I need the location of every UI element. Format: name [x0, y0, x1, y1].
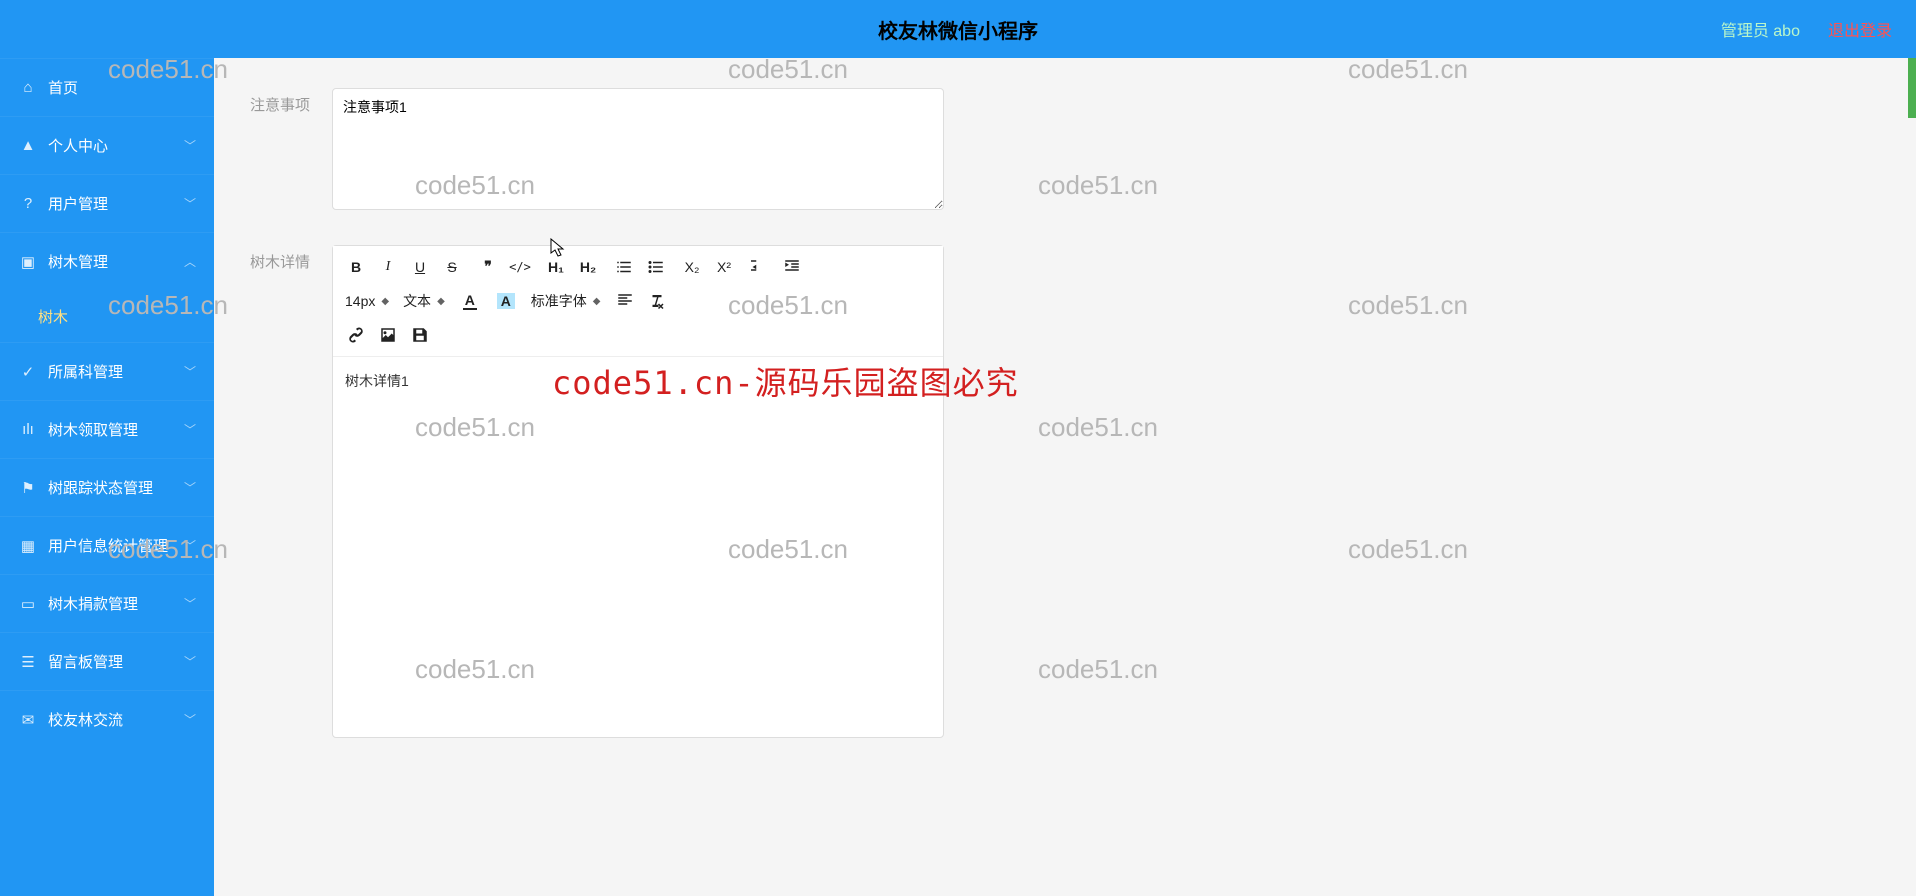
- sidebar-item-label: 所属科管理: [48, 361, 123, 382]
- strike-button[interactable]: S: [441, 256, 463, 278]
- sidebar-item-label: 校友林交流: [48, 709, 123, 730]
- home-icon: ⌂: [18, 79, 38, 96]
- text-color-button[interactable]: A: [459, 290, 481, 312]
- chevron-down-icon: ﹀: [184, 363, 196, 380]
- app-title: 校友林微信小程序: [878, 15, 1038, 44]
- chevron-down-icon: ﹀: [184, 421, 196, 438]
- chevron-down-icon: ﹀: [184, 479, 196, 496]
- style-select[interactable]: 文本 ◆: [403, 291, 445, 311]
- quote-button[interactable]: ❞: [477, 256, 499, 278]
- user-icon: ▲: [18, 137, 38, 154]
- sidebar-item-claim-mgmt[interactable]: ılı 树木领取管理 ﹀: [0, 400, 214, 458]
- bars-icon: ılı: [18, 421, 38, 438]
- sidebar-item-msgboard-mgmt[interactable]: ☰ 留言板管理 ﹀: [0, 632, 214, 690]
- header-right: 管理员 abo 退出登录: [1721, 17, 1892, 41]
- select-chevron-icon: ◆: [593, 296, 601, 307]
- sidebar-item-label: 个人中心: [48, 135, 108, 156]
- bg-color-button[interactable]: A: [495, 290, 517, 312]
- font-size-value: 14px: [345, 293, 375, 309]
- sidebar-item-alumni-chat[interactable]: ✉ 校友林交流 ﹀: [0, 690, 214, 748]
- rich-editor: B I U S ❞ </> H₁ H₂: [332, 245, 944, 738]
- font-family-select[interactable]: 标准字体 ◆: [531, 291, 601, 311]
- bold-button[interactable]: B: [345, 256, 367, 278]
- sidebar-item-tree-mgmt[interactable]: ▣ 树木管理 ︿: [0, 232, 214, 290]
- detail-label: 树木详情: [250, 245, 332, 738]
- help-icon: ?: [18, 195, 38, 212]
- editor-content: 树木详情1: [345, 373, 409, 389]
- editor-body[interactable]: 树木详情1: [333, 357, 943, 737]
- admin-link[interactable]: 管理员 abo: [1721, 17, 1800, 41]
- sidebar-item-track-mgmt[interactable]: ⚑ 树跟踪状态管理 ﹀: [0, 458, 214, 516]
- chevron-down-icon: ﹀: [184, 137, 196, 154]
- italic-button[interactable]: I: [377, 256, 399, 278]
- form-row-detail: 树木详情 B I U S ❞ </> H₁ H₂: [250, 245, 1880, 738]
- ordered-list-button[interactable]: [613, 256, 635, 278]
- image-button[interactable]: [377, 324, 399, 346]
- sidebar-item-user-mgmt[interactable]: ? 用户管理 ﹀: [0, 174, 214, 232]
- font-size-select[interactable]: 14px ◆: [345, 293, 389, 309]
- link-button[interactable]: [345, 324, 367, 346]
- font-family-value: 标准字体: [531, 291, 587, 311]
- grid-icon: ▦: [18, 537, 38, 555]
- note-icon: ☰: [18, 653, 38, 671]
- chat-icon: ▣: [18, 253, 38, 271]
- sidebar-item-label: 用户信息统计管理: [48, 535, 168, 556]
- chevron-down-icon: ﹀: [184, 537, 196, 554]
- sidebar-item-donate-mgmt[interactable]: ▭ 树木捐款管理 ﹀: [0, 574, 214, 632]
- sidebar-item-label: 树木管理: [48, 251, 108, 272]
- sidebar-item-label: 树木捐款管理: [48, 593, 138, 614]
- clear-format-button[interactable]: [646, 290, 668, 312]
- sidebar-item-label: 树跟踪状态管理: [48, 477, 153, 498]
- h1-button[interactable]: H₁: [545, 256, 567, 278]
- sidebar-item-personal[interactable]: ▲ 个人中心 ﹀: [0, 116, 214, 174]
- underline-button[interactable]: U: [409, 256, 431, 278]
- flag-icon: ⚑: [18, 479, 38, 497]
- screen-icon: ▭: [18, 595, 38, 613]
- chevron-down-icon: ﹀: [184, 653, 196, 670]
- sidebar-item-dept-mgmt[interactable]: ✓ 所属科管理 ﹀: [0, 342, 214, 400]
- save-button[interactable]: [409, 324, 431, 346]
- select-chevron-icon: ◆: [437, 296, 445, 307]
- note-textarea[interactable]: [332, 88, 944, 210]
- chevron-down-icon: ﹀: [184, 711, 196, 728]
- superscript-button[interactable]: X²: [713, 256, 735, 278]
- subscript-button[interactable]: X₂: [681, 256, 703, 278]
- chevron-down-icon: ﹀: [184, 195, 196, 212]
- main-content: 注意事项 树木详情 B I U S ❞ </>: [214, 58, 1916, 896]
- header-bar: 校友林微信小程序 管理员 abo 退出登录: [0, 0, 1916, 58]
- sidebar-item-label: 用户管理: [48, 193, 108, 214]
- h2-button[interactable]: H₂: [577, 256, 599, 278]
- chevron-up-icon: ︿: [184, 253, 196, 270]
- code-button[interactable]: </>: [509, 256, 531, 278]
- sidebar-item-label: 留言板管理: [48, 651, 123, 672]
- sidebar-subitem-tree[interactable]: 树木: [0, 290, 214, 342]
- outdent-button[interactable]: [749, 256, 771, 278]
- sidebar-subitem-label: 树木: [38, 306, 68, 327]
- note-label: 注意事项: [250, 88, 332, 215]
- mail-icon: ✉: [18, 711, 38, 729]
- sidebar-item-label: 树木领取管理: [48, 419, 138, 440]
- unordered-list-button[interactable]: [645, 256, 667, 278]
- sidebar-item-stats-mgmt[interactable]: ▦ 用户信息统计管理 ﹀: [0, 516, 214, 574]
- indent-button[interactable]: [781, 256, 803, 278]
- sidebar-item-label: 首页: [48, 77, 78, 98]
- style-value: 文本: [403, 291, 431, 311]
- chevron-down-icon: ﹀: [184, 595, 196, 612]
- editor-toolbar: B I U S ❞ </> H₁ H₂: [333, 246, 943, 357]
- check-icon: ✓: [18, 363, 38, 381]
- sidebar: ⌂ 首页 ▲ 个人中心 ﹀ ? 用户管理 ﹀ ▣ 树木管理 ︿ 树木 ✓ 所属科…: [0, 58, 214, 896]
- select-chevron-icon: ◆: [381, 296, 389, 307]
- logout-link[interactable]: 退出登录: [1828, 17, 1892, 41]
- sidebar-item-home[interactable]: ⌂ 首页: [0, 58, 214, 116]
- form-row-note: 注意事项: [250, 88, 1880, 215]
- align-button[interactable]: [614, 290, 636, 312]
